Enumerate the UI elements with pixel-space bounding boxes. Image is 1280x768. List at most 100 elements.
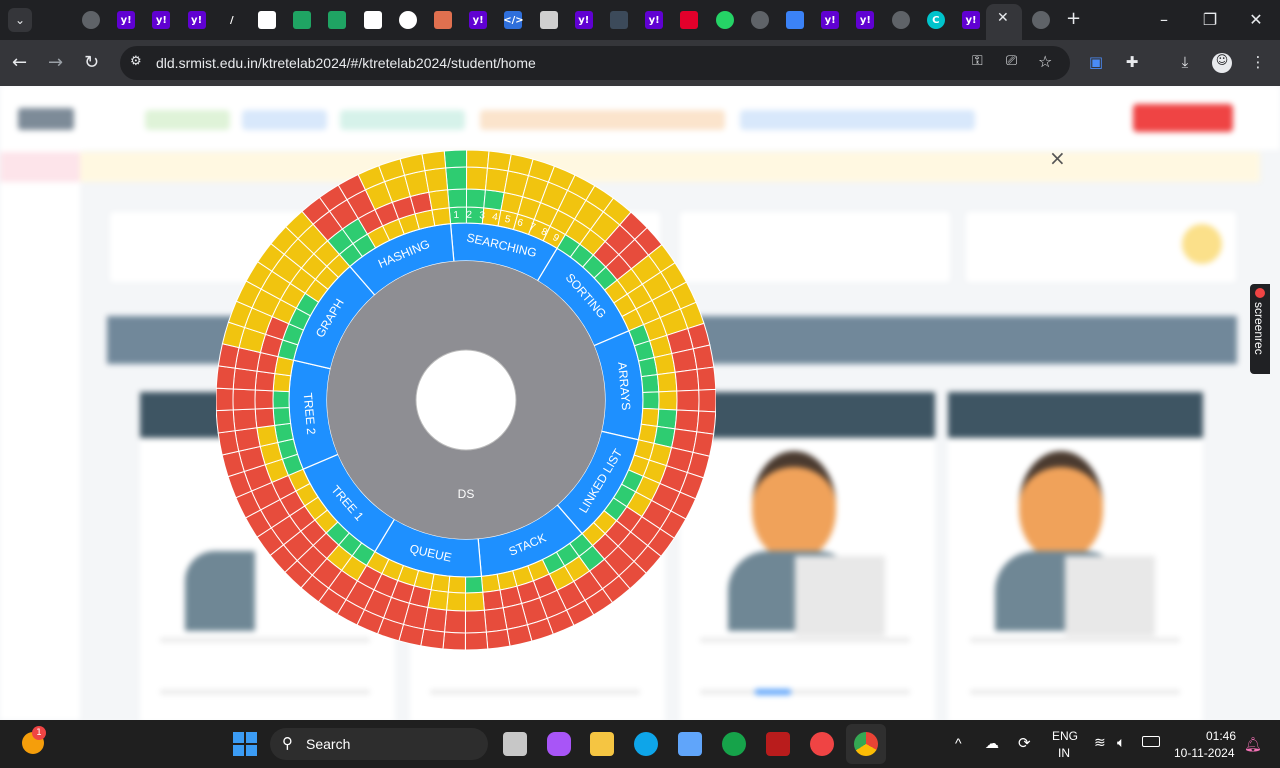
level-cell[interactable] [640,407,660,427]
level-cell[interactable] [480,573,501,593]
xbox-icon[interactable] [722,732,746,756]
volume-icon[interactable]: 🔈︎ [1117,734,1125,751]
level-cell[interactable] [674,409,700,433]
clock-date[interactable]: 10-11-2024 [1174,746,1235,760]
level-cell[interactable] [254,389,274,410]
level-cell[interactable] [232,388,256,411]
bell-icon[interactable]: 🔔︎ [1244,736,1262,753]
search-icon[interactable] [539,11,558,29]
level-cell[interactable] [216,365,236,390]
yahoo-icon[interactable]: y! [962,11,980,29]
logout-button[interactable] [1133,104,1233,132]
level-cell[interactable] [698,388,716,413]
close-tab-icon[interactable]: ✕ [997,10,1009,26]
battery-icon[interactable] [1142,736,1160,747]
level-cell[interactable] [447,188,468,209]
start-windows-icon[interactable] [233,732,257,756]
forward-button[interactable]: → [48,52,63,73]
level-cell[interactable] [656,371,678,393]
level-cell[interactable] [217,430,240,456]
level-cell[interactable] [464,631,489,650]
yahoo-icon[interactable]: y! [645,11,664,29]
level-cell[interactable] [254,407,276,429]
yahoo-icon[interactable]: y! [469,11,488,29]
center-hole[interactable] [415,349,517,451]
level-cell[interactable] [486,150,512,172]
level-cell[interactable] [485,628,511,650]
level-cell[interactable] [216,409,236,434]
level-cell[interactable] [464,609,487,634]
level-cell[interactable] [696,410,716,435]
yahoo-icon[interactable]: y! [152,11,171,29]
chevron-up-icon[interactable]: ^ [955,735,962,751]
close-window-button[interactable]: ✕ [1244,10,1268,29]
yahoo-icon[interactable]: y! [856,11,875,29]
level-cell[interactable] [640,374,660,394]
level-cell[interactable] [442,631,466,650]
yahoo-icon[interactable]: y! [574,11,593,29]
globe-icon[interactable] [82,11,100,29]
keyboard-icon[interactable] [610,11,628,29]
level-cell[interactable] [232,367,258,391]
yahoo-icon[interactable]: y! [821,11,840,29]
level-cell[interactable] [445,166,468,191]
drive-icon[interactable] [293,11,312,29]
level-cell[interactable] [696,366,716,391]
game-icon[interactable] [766,732,790,756]
chatgpt-icon[interactable] [398,11,417,29]
level-cell[interactable] [466,150,490,169]
level-cell[interactable] [217,343,240,369]
minimize-button[interactable]: – [1152,10,1176,29]
extensions-puzzle-icon[interactable]: ✚ [1122,53,1142,73]
level-cell[interactable] [642,391,660,410]
reload-button[interactable]: ↻ [84,52,99,73]
drive-icon[interactable] [328,11,347,29]
code-icon[interactable]: </> [503,11,524,29]
level-cell[interactable] [443,609,466,634]
level-cell[interactable] [447,575,467,594]
level-cell[interactable] [431,207,452,227]
level-cell[interactable] [466,166,489,191]
level-cell[interactable] [674,368,700,392]
tab-active[interactable]: ✕ [986,4,1022,40]
tab-search-button[interactable]: ⌄ [8,8,32,32]
level-cell[interactable] [676,389,700,412]
screenrec-widget[interactable]: screenrec [1250,284,1270,374]
level-cell[interactable] [692,431,715,457]
level-cell[interactable] [446,591,467,612]
url-text[interactable]: dld.srmist.edu.in/ktretelab2024/#/ktrete… [156,55,536,71]
bookmark-star-icon[interactable]: ☆ [1038,52,1052,71]
level-cell[interactable] [421,150,447,172]
install-app-icon[interactable]: ⎚ [1006,53,1017,69]
new-tab-button[interactable]: + [1066,8,1081,29]
yahoo-icon[interactable]: y! [117,11,136,29]
level-cell[interactable] [656,408,678,430]
address-bar[interactable]: ⚙ dld.srmist.edu.in/ktretelab2024/#/ktre… [120,46,1070,80]
vercel-icon[interactable] [680,11,699,29]
github-icon[interactable] [363,11,382,29]
level-cell[interactable] [272,390,290,409]
yahoo-icon[interactable]: y! [187,11,206,29]
level-cell[interactable] [443,150,468,169]
task-view-icon[interactable] [503,732,527,756]
menu-kebab-icon[interactable]: ⋮ [1248,53,1268,73]
download-icon[interactable]: ⤓ [1175,53,1195,73]
level-cell[interactable] [692,344,715,370]
profile-avatar[interactable]: ☺ [1212,53,1232,73]
language-line2[interactable]: IN [1058,746,1070,760]
level-cell[interactable] [465,188,486,209]
extension-icon[interactable]: ▣ [1086,53,1106,73]
level-cell[interactable] [216,387,234,412]
level-cell[interactable] [658,390,678,411]
level-cell[interactable] [420,628,446,650]
taskbar-search-box[interactable]: ⚲ Search [270,728,488,760]
file-explorer-icon[interactable] [590,732,614,756]
level-cell[interactable] [254,370,276,392]
level-cell[interactable] [234,427,261,452]
level-cell[interactable] [424,167,449,193]
wps-office-icon[interactable] [810,732,834,756]
image-icon[interactable] [786,11,804,29]
level-cell[interactable] [232,408,258,432]
whatsapp-icon[interactable] [715,11,734,29]
level-cell[interactable] [272,406,292,426]
